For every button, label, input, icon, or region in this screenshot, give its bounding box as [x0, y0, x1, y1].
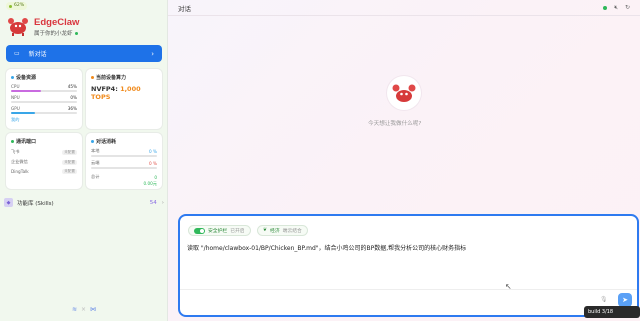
status-dot-icon — [603, 5, 608, 10]
resource-row: NPU 0% — [11, 95, 77, 100]
dot-icon — [91, 76, 94, 79]
message-input[interactable]: 读取 "/home/clawbox-01/BP/Chicken_BP.md"，结… — [187, 243, 627, 252]
microphone-icon[interactable]: 🎙︎ — [600, 296, 608, 304]
token-row: 本地 0 % — [91, 148, 157, 154]
sidebar: 62% EdgeClaw 属于你的小龙虾 ▭ 新对话 › 设备资源 CPU 45%… — [0, 0, 168, 321]
channel-row[interactable]: 企业微信 未配置 — [11, 159, 77, 165]
brand-logo-icon: ⋈ — [90, 306, 97, 313]
resource-bar — [11, 90, 77, 92]
brand-tagline: 属于你的小龙虾 — [34, 29, 78, 37]
channel-list: 飞书 未配置 企业微信 未配置 DingTalk 未配置 — [11, 149, 77, 174]
channel-row[interactable]: 飞书 未配置 — [11, 149, 77, 155]
chevron-right-icon: › — [161, 199, 164, 206]
dot-icon — [11, 76, 14, 79]
resources-card: 设备资源 CPU 45% NPU 0% GPU 36% 我的 — [6, 69, 82, 129]
channel-status: 未配置 — [62, 159, 77, 165]
empty-state-hint: 今天想让我做什么呢? — [368, 121, 422, 127]
separator-icon: × — [81, 306, 87, 313]
send-icon: ➤ — [622, 296, 628, 304]
channel-name: DingTalk — [11, 169, 29, 174]
refresh-icon[interactable]: ↻ — [625, 4, 630, 11]
compute-label: NVFP4: — [91, 85, 118, 93]
total-label: 总计 — [91, 174, 100, 179]
tokens-card: 对话消耗 本地 0 % 云端 0 % 总计 0 0.00元 — [86, 133, 162, 189]
chat-bubble-icon: ▭ — [14, 50, 20, 57]
toggle-switch-icon — [194, 227, 205, 234]
battery-badge: 62% — [6, 2, 28, 10]
brand-name: EdgeClaw — [34, 17, 80, 28]
battery-icon — [9, 4, 12, 8]
token-name: 云端 — [91, 160, 100, 165]
channel-status: 未配置 — [62, 149, 77, 155]
composer: 安全护栏 已开启 ❦ 经济 端云结合 读取 "/home/clawbox-01/… — [178, 214, 639, 317]
channels-card: 通讯端口 飞书 未配置 企业微信 未配置 DingTalk 未配置 — [6, 133, 82, 189]
mode-selector[interactable]: ❦ 经济 端云结合 — [257, 225, 308, 236]
divider — [180, 289, 637, 290]
new-chat-button[interactable]: ▭ 新对话 › — [6, 45, 162, 62]
puzzle-icon: ◆ — [4, 198, 13, 207]
resource-name: GPU — [11, 106, 20, 111]
security-guard-toggle[interactable]: 安全护栏 已开启 — [188, 225, 251, 236]
dot-icon — [11, 140, 14, 143]
mute-icon[interactable]: 🔇︎ — [614, 4, 618, 12]
token-list: 本地 0 % 云端 0 % — [91, 148, 157, 169]
footer-logos: ≋ × ⋈ — [72, 306, 96, 313]
channel-status: 未配置 — [62, 169, 77, 174]
token-bar — [91, 155, 157, 157]
build-info: build 3/18 18:07:49 — [584, 306, 640, 318]
total-value: 0 — [154, 174, 157, 180]
token-bar — [91, 167, 157, 169]
topbar: 对话 🔇︎ ↻ — [168, 0, 640, 16]
skills-link[interactable]: ◆ 功能库 (Skills) 54 › — [0, 196, 168, 209]
token-row: 云端 0 % — [91, 160, 157, 166]
resources-footer: 我的 — [11, 117, 20, 122]
resource-bar — [11, 101, 77, 103]
dot-icon — [91, 140, 94, 143]
resource-bar — [11, 112, 77, 114]
channel-row[interactable]: DingTalk 未配置 — [11, 169, 77, 174]
chevron-right-icon: › — [151, 49, 154, 58]
compute-card: 当前设备算力 NVFP4: 1,000 TOPS — [86, 69, 162, 129]
resource-value: 0% — [70, 95, 77, 100]
crab-logo-icon — [8, 18, 28, 36]
page-title: 对话 — [178, 4, 191, 13]
resource-value: 45% — [67, 84, 77, 89]
skills-count: 54 — [149, 199, 157, 206]
resource-list: CPU 45% NPU 0% GPU 36% — [11, 84, 77, 114]
channel-name: 飞书 — [11, 149, 20, 154]
crab-mascot-icon — [387, 76, 421, 110]
channel-name: 企业微信 — [11, 159, 28, 164]
resource-name: NPU — [11, 95, 20, 100]
chat-main: 对话 🔇︎ ↻ 今天想让我做什么呢? 安全护栏 已开启 ❦ 经济 端云结合 读取… — [168, 0, 640, 321]
send-button[interactable]: ➤ — [618, 293, 632, 307]
token-value: 0 % — [149, 148, 157, 154]
resource-row: CPU 45% — [11, 84, 77, 89]
online-dot-icon — [74, 31, 78, 35]
resource-value: 36% — [67, 106, 77, 111]
resource-row: GPU 36% — [11, 106, 77, 111]
partner-logo-icon: ≋ — [72, 306, 78, 313]
cost-value: 0.00元 — [143, 181, 157, 186]
resource-name: CPU — [11, 84, 20, 89]
token-value: 0 % — [149, 160, 157, 166]
leaf-icon: ❦ — [263, 228, 268, 233]
token-name: 本地 — [91, 148, 100, 153]
